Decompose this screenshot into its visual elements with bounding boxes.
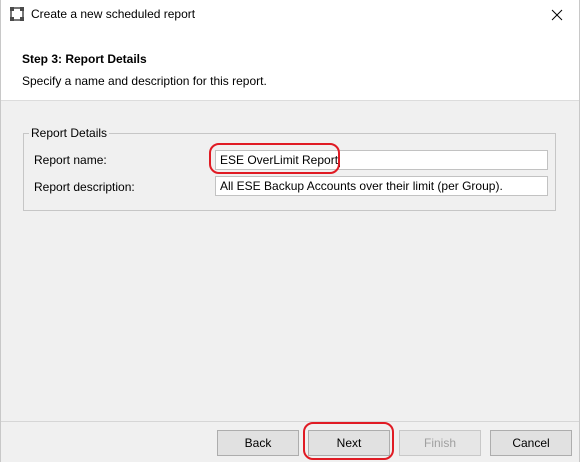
report-name-value: ESE OverLimit Report	[220, 153, 339, 167]
title-bar: Create a new scheduled report	[1, 0, 579, 30]
footer-separator	[1, 421, 579, 422]
step-subtitle: Specify a name and description for this …	[22, 74, 267, 88]
text-caret	[339, 154, 341, 168]
report-description-value: All ESE Backup Accounts over their limit…	[220, 179, 503, 193]
wizard-header: Step 3: Report Details Specify a name an…	[1, 30, 579, 101]
finish-button: Finish	[399, 430, 481, 456]
group-legend: Report Details	[29, 126, 110, 140]
close-icon	[551, 9, 562, 21]
window-title: Create a new scheduled report	[31, 7, 196, 21]
report-description-input[interactable]: All ESE Backup Accounts over their limit…	[215, 176, 548, 196]
cancel-button[interactable]: Cancel	[490, 430, 572, 456]
report-description-label: Report description:	[34, 180, 135, 194]
app-icon	[10, 7, 24, 21]
report-name-label: Report name:	[34, 153, 107, 167]
step-title: Step 3: Report Details	[22, 52, 147, 66]
report-details-group: Report Details Report name: ESE OverLimi…	[23, 126, 556, 211]
back-button[interactable]: Back	[217, 430, 299, 456]
report-name-input[interactable]: ESE OverLimit Report	[215, 150, 548, 170]
dialog-window: Create a new scheduled report Step 3: Re…	[0, 0, 580, 462]
next-button[interactable]: Next	[308, 430, 390, 456]
close-button[interactable]	[534, 0, 579, 30]
